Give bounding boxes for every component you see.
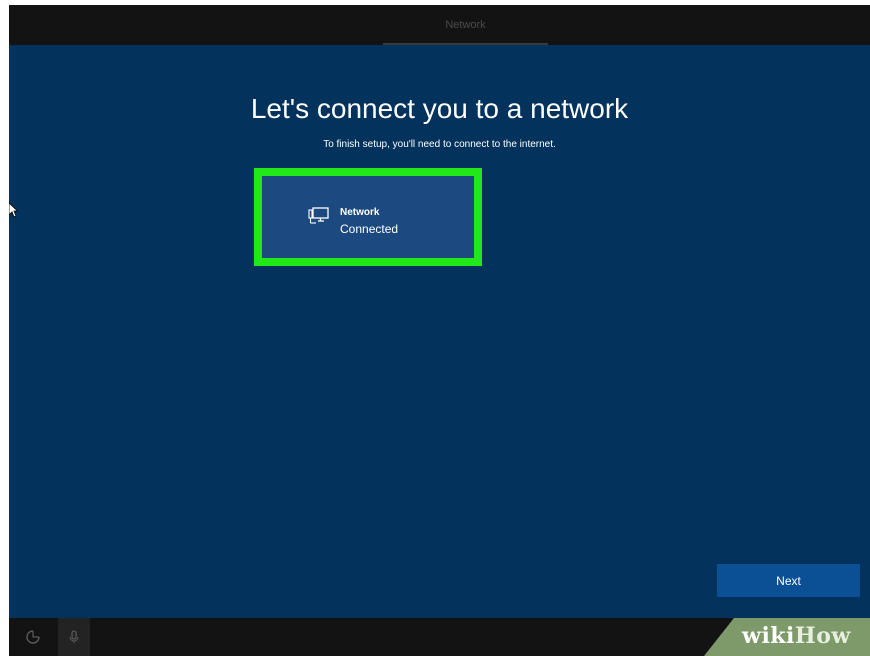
watermark-text: wikiHow bbox=[742, 623, 851, 649]
network-list-item[interactable]: Network Connected bbox=[262, 176, 474, 258]
page-title: Let's connect you to a network bbox=[250, 93, 629, 124]
page-subtitle: To finish setup, you'll need to connect … bbox=[323, 139, 556, 150]
watermark-wiki: wiki bbox=[742, 623, 795, 649]
highlight-box: Network Connected bbox=[254, 168, 482, 266]
microphone-button[interactable] bbox=[58, 618, 90, 656]
tab-network: Network bbox=[445, 19, 486, 31]
watermark-how: How bbox=[794, 623, 851, 649]
top-bar: Network bbox=[9, 5, 870, 45]
microphone-icon bbox=[65, 628, 83, 646]
network-name: Network bbox=[340, 207, 380, 218]
tab-underline bbox=[383, 43, 548, 45]
next-button[interactable]: Next bbox=[717, 564, 860, 597]
mouse-cursor-icon bbox=[9, 202, 19, 218]
network-status: Connected bbox=[340, 222, 399, 236]
setup-screen: Network Let's connect you to a network T… bbox=[9, 5, 870, 656]
wired-network-icon bbox=[308, 206, 330, 226]
ease-of-access-icon[interactable] bbox=[24, 628, 42, 646]
